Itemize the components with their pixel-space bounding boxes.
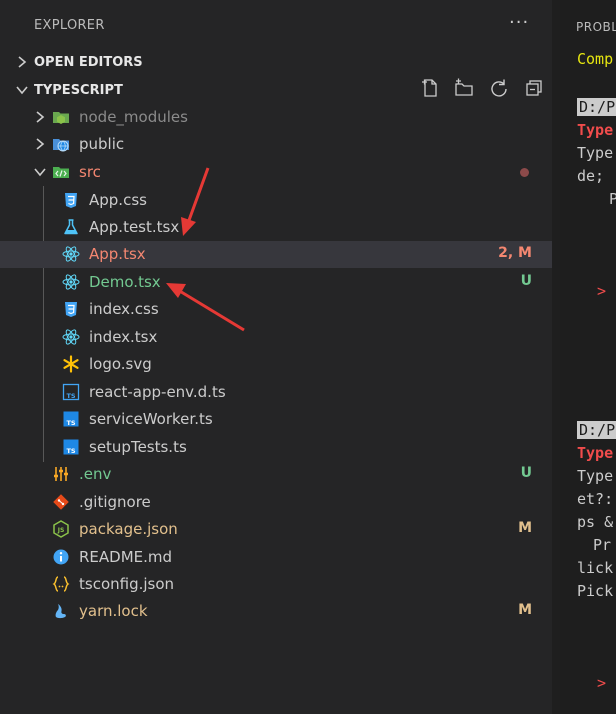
problems-tab[interactable]: PROBL — [576, 20, 616, 34]
panel-divider[interactable] — [552, 0, 560, 714]
output-marker: > — [597, 282, 607, 300]
annotation-arrows — [166, 167, 245, 332]
output-path: D:/P — [577, 98, 616, 116]
output-line: Type — [577, 467, 614, 485]
problems-panel: PROBL Comp D:/P Type Type de; Pr > D:/P … — [560, 0, 616, 714]
output-line: Pr — [593, 536, 612, 554]
output-line: ps & — [577, 513, 614, 531]
output-line: Type — [577, 144, 614, 162]
output-line: Pick — [577, 582, 614, 600]
output-line: et?: — [577, 490, 614, 508]
explorer-panel: EXPLORER ··· OPEN EDITORS TYPESCRIPT nod… — [0, 0, 552, 714]
annotation-arrow-up — [181, 167, 210, 236]
output-error: Type — [577, 121, 614, 139]
output-marker: > — [597, 674, 607, 692]
output-line: Comp — [577, 50, 614, 68]
output-line: lick — [577, 559, 614, 577]
output-line: Pr — [609, 190, 616, 208]
output-path: D:/P — [577, 421, 616, 439]
annotation-arrow-down — [166, 283, 245, 332]
output-error: Type — [577, 444, 614, 462]
output-line: de; — [577, 167, 605, 185]
